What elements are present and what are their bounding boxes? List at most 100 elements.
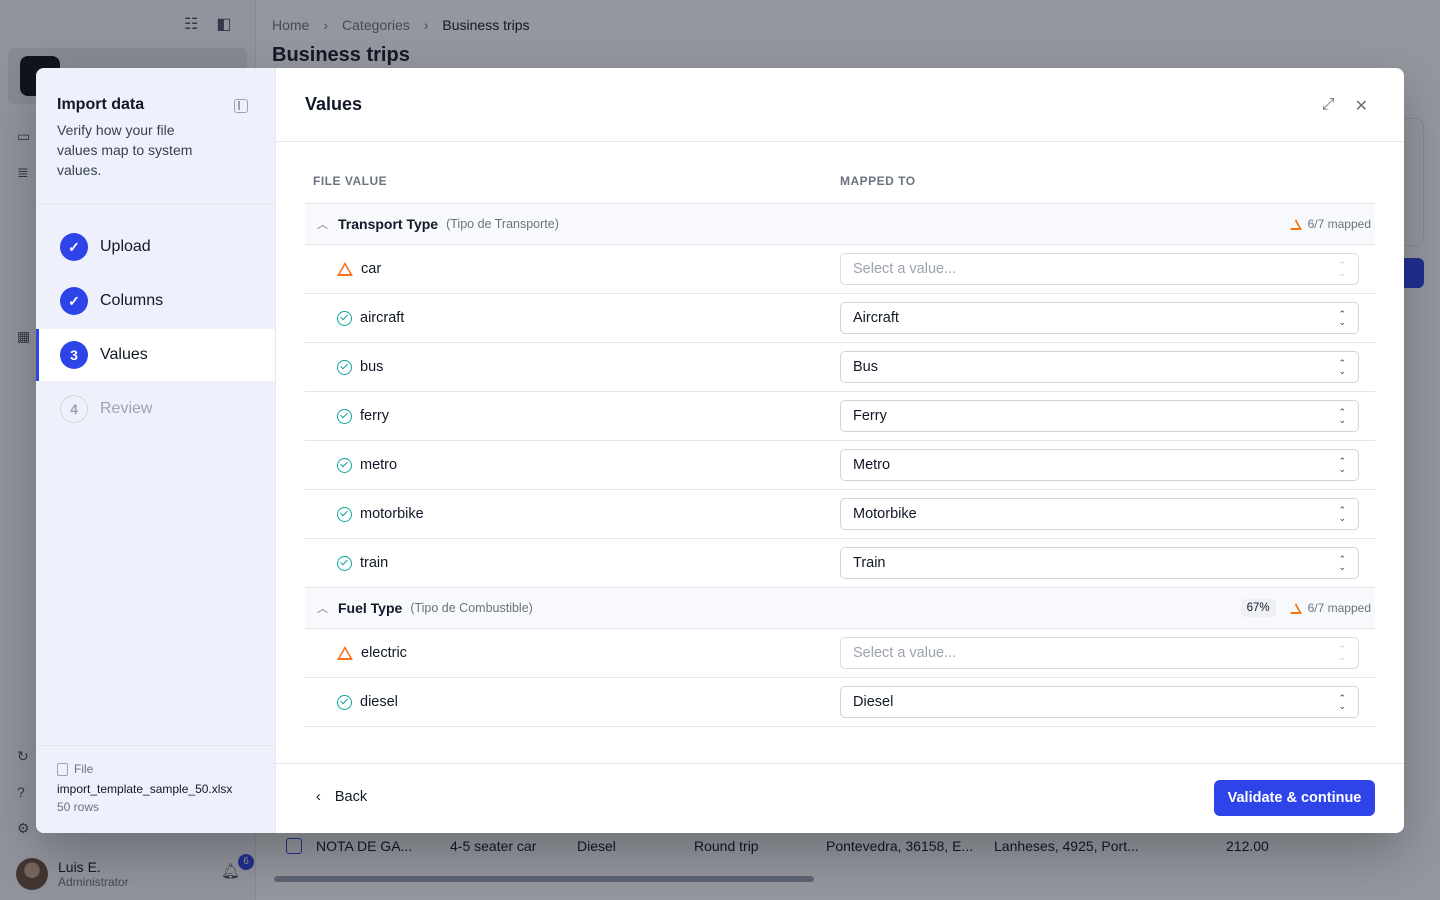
check-circle-icon: [337, 359, 352, 375]
values-panel: Values ⤢ ✕ FILE VALUE MAPPED TO ︿ Transpo…: [276, 68, 1404, 833]
wizard-title: Import data: [57, 96, 145, 113]
mapped-count: 6/7 mapped: [1307, 217, 1371, 231]
panel-footer: ‹ Back Validate & continue: [276, 763, 1404, 833]
collapse-panel-icon[interactable]: [234, 99, 248, 113]
group-alias: (Tipo de Transporte): [446, 217, 559, 231]
mapping-row: motorbike Motorbike ⌃ ⌄: [305, 490, 1375, 539]
warning-icon: [337, 646, 353, 660]
column-header-mapped-to: MAPPED TO: [840, 174, 916, 188]
select-value: Diesel: [853, 694, 894, 710]
step-values[interactable]: 3 Values: [36, 329, 275, 381]
select-placeholder: Select a value...: [853, 645, 957, 661]
expand-icon[interactable]: ⤢: [1322, 96, 1335, 116]
mapping-row: bus Bus ⌃ ⌄: [305, 343, 1375, 392]
validate-continue-button[interactable]: Validate & continue: [1214, 780, 1375, 816]
select-value: Motorbike: [853, 506, 917, 522]
chevron-left-icon: ‹: [316, 789, 321, 805]
value-select[interactable]: Ferry ⌃ ⌄: [840, 400, 1359, 432]
mapping-row: diesel Diesel ⌃ ⌄: [305, 678, 1375, 727]
check-circle-icon: [337, 506, 352, 522]
group-name: Fuel Type: [338, 600, 403, 616]
step-label: Upload: [100, 238, 151, 255]
value-select[interactable]: Train ⌃ ⌄: [840, 547, 1359, 579]
file-name: import_template_sample_50.xlsx: [57, 782, 233, 796]
chevron-up-icon[interactable]: ︿: [317, 216, 328, 232]
wizard-subtitle: Verify how your file values map to syste…: [57, 122, 193, 178]
select-value: Train: [853, 555, 886, 571]
column-header-file-value: FILE VALUE: [313, 174, 388, 188]
check-icon: ✓: [60, 287, 88, 315]
file-value: car: [361, 261, 382, 277]
value-select[interactable]: Diesel ⌃ ⌄: [840, 686, 1359, 718]
group-status: 67% 6/7 mapped: [1240, 599, 1371, 617]
mapping-row: car Select a value... ⌃ ⌄: [305, 245, 1375, 294]
value-select[interactable]: Aircraft ⌃ ⌄: [840, 302, 1359, 334]
group-alias: (Tipo de Combustible): [410, 601, 533, 615]
select-value: Metro: [853, 457, 891, 473]
mapping-row: ferry Ferry ⌃ ⌄: [305, 392, 1375, 441]
file-icon: [57, 762, 68, 776]
value-mapping-table: FILE VALUE MAPPED TO ︿ Transport Type (Tip…: [305, 174, 1375, 738]
step-upload[interactable]: ✓ Upload: [36, 221, 275, 273]
step-label: Values: [100, 346, 148, 363]
select-placeholder: Select a value...: [853, 261, 957, 277]
step-label: Review: [100, 400, 153, 417]
chevron-up-down-icon: ⌃ ⌄: [1338, 456, 1346, 474]
chevron-up-down-icon: ⌃ ⌄: [1338, 505, 1346, 523]
step-number: 3: [60, 341, 88, 369]
check-circle-icon: [337, 310, 352, 326]
panel-title: Values: [305, 94, 363, 114]
table-header: FILE VALUE MAPPED TO: [305, 174, 1375, 204]
close-icon[interactable]: ✕: [1355, 96, 1368, 116]
value-select[interactable]: Bus ⌃ ⌄: [840, 351, 1359, 383]
check-circle-icon: [337, 555, 352, 571]
step-number: 4: [60, 395, 88, 423]
step-label: Columns: [100, 292, 164, 309]
file-value: aircraft: [360, 310, 405, 326]
file-row-count: 50 rows: [57, 800, 100, 814]
file-value: electric: [361, 645, 407, 661]
file-value: diesel: [360, 694, 398, 710]
check-circle-icon: [337, 457, 352, 473]
check-icon: ✓: [60, 233, 88, 261]
warning-icon: [1289, 218, 1302, 230]
value-select[interactable]: Select a value... ⌃ ⌄: [840, 253, 1359, 285]
chevron-up-down-icon: ⌃ ⌄: [1338, 358, 1346, 376]
step-review[interactable]: 4 Review: [36, 383, 275, 435]
value-select[interactable]: Motorbike ⌃ ⌄: [840, 498, 1359, 530]
select-value: Aircraft: [853, 310, 899, 326]
value-select[interactable]: Select a value... ⌃ ⌄: [840, 637, 1359, 669]
select-value: Ferry: [853, 408, 887, 424]
file-value: train: [360, 555, 389, 571]
check-circle-icon: [337, 408, 352, 424]
mapping-row: metro Metro ⌃ ⌄: [305, 441, 1375, 490]
group-name: Transport Type: [338, 216, 439, 232]
import-data-modal: Import data Verify how your file values …: [36, 68, 1404, 833]
chevron-up-down-icon: ⌃ ⌄: [1338, 644, 1346, 662]
group-status: 6/7 mapped: [1289, 217, 1371, 231]
chevron-up-down-icon: ⌃ ⌄: [1338, 693, 1346, 711]
warning-icon: [1289, 602, 1302, 614]
group-header[interactable]: ︿ Fuel Type (Tipo de Combustible) 67% 6/7 ma…: [305, 588, 1375, 629]
import-wizard-sidebar: Import data Verify how your file values …: [36, 68, 276, 833]
file-info: File import_template_sample_50.xlsx 50 r…: [36, 745, 275, 833]
file-label: File: [74, 762, 94, 776]
step-columns[interactable]: ✓ Columns: [36, 275, 275, 327]
file-value: motorbike: [360, 506, 424, 522]
back-button[interactable]: ‹ Back: [316, 789, 367, 805]
mapping-row: train Train ⌃ ⌄: [305, 539, 1375, 588]
chevron-up-down-icon: ⌃ ⌄: [1338, 554, 1346, 572]
select-value: Bus: [853, 359, 878, 375]
group-header[interactable]: ︿ Transport Type (Tipo de Transporte) 6/7 m…: [305, 204, 1375, 245]
file-value: ferry: [360, 408, 389, 424]
chevron-up-icon[interactable]: ︿: [317, 600, 328, 616]
value-select[interactable]: Metro ⌃ ⌄: [840, 449, 1359, 481]
mapping-groups: ︿ Transport Type (Tipo de Transporte) 6/7 m…: [305, 204, 1375, 727]
warning-icon: [337, 262, 353, 276]
chevron-up-down-icon: ⌃ ⌄: [1338, 260, 1346, 278]
wizard-steps: ✓ Upload ✓ Columns 3 Values 4 Review: [36, 205, 275, 435]
chevron-up-down-icon: ⌃ ⌄: [1338, 407, 1346, 425]
mapping-row: aircraft Aircraft ⌃ ⌄: [305, 294, 1375, 343]
file-value: bus: [360, 359, 384, 375]
back-label: Back: [334, 789, 368, 805]
